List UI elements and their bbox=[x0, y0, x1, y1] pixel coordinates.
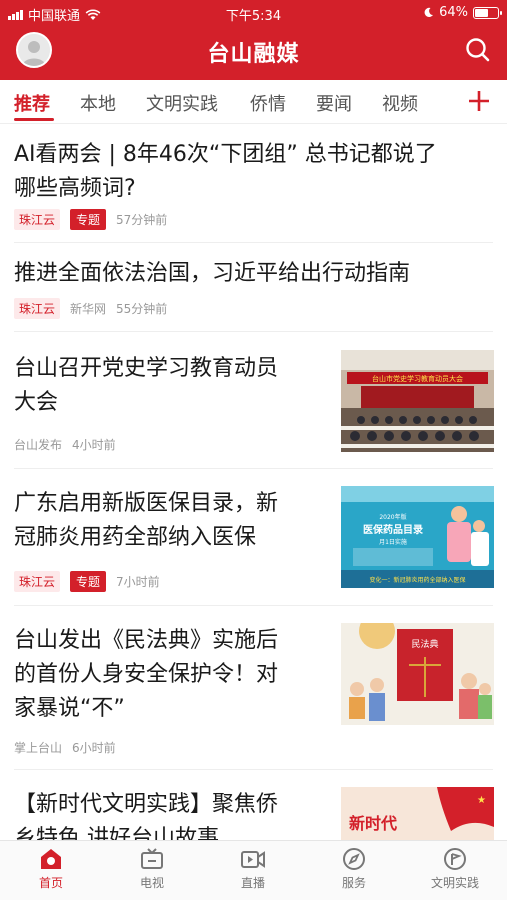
news-item[interactable]: 台山发出《民法典》实施后 的首份人身安全保护令！对 家暴说“不” 掌上台山 6小… bbox=[0, 606, 507, 770]
news-thumbnail: ★ 新时代 bbox=[341, 787, 494, 840]
news-item[interactable]: 推进全面依法治国，习近平给出行动指南 珠江云 新华网 55分钟前 bbox=[0, 243, 507, 332]
meeting-hall-image: 台山市党史学习教育动员大会 bbox=[341, 350, 494, 452]
nav-civilization-practice[interactable]: 文明实践 bbox=[415, 847, 495, 891]
tab-civilization-practice[interactable]: 文明实践 bbox=[146, 90, 218, 116]
battery-icon bbox=[473, 6, 502, 19]
moon-icon bbox=[424, 7, 434, 18]
tab-video[interactable]: 视频 bbox=[382, 90, 418, 116]
news-publisher: 掌上台山 bbox=[14, 741, 63, 755]
news-thumbnail: 2020年版 医保药品目录 月1日实施 变化一：新冠肺炎用药全部纳入医保 bbox=[341, 486, 494, 588]
news-time: 55分钟前 bbox=[116, 302, 168, 316]
bottom-navigation: 首页 电视 直播 服务 文明实践 bbox=[0, 840, 507, 900]
nav-label: 服务 bbox=[341, 876, 366, 890]
book-title: 民法典 bbox=[411, 638, 438, 650]
news-meta: 珠江云 专题 7小时前 bbox=[14, 571, 160, 592]
image-banner: 变化一：新冠肺炎用药全部纳入医保 bbox=[369, 576, 465, 584]
source-tag: 珠江云 bbox=[14, 298, 61, 319]
new-era-image: ★ 新时代 bbox=[341, 787, 494, 840]
battery-percent: 64% bbox=[439, 5, 468, 20]
tv-icon bbox=[141, 848, 163, 869]
topic-tag: 专题 bbox=[70, 209, 107, 230]
news-title: 台山发出《民法典》实施后 的首份人身安全保护令！对 家暴说“不” bbox=[14, 624, 278, 726]
image-sub: 月1日实施 bbox=[379, 538, 407, 546]
news-item[interactable]: 广东启用新版医保目录，新 冠肺炎用药全部纳入医保 珠江云 专题 7小时前 202… bbox=[0, 469, 507, 606]
status-bar: 中国联通 下午5:34 64% bbox=[0, 0, 507, 26]
news-title-line: AI看两会 | 8年46次“下团组” 总书记都说了 bbox=[14, 142, 437, 167]
nav-label: 直播 bbox=[240, 876, 265, 890]
nav-service[interactable]: 服务 bbox=[314, 847, 394, 891]
nav-tv[interactable]: 电视 bbox=[112, 847, 192, 891]
news-title: AI看两会 | 8年46次“下团组” 总书记都说了 哪些高频词? bbox=[14, 138, 437, 206]
news-title-line: 大会 bbox=[14, 390, 59, 415]
news-title-line: 家暴说“不” bbox=[14, 696, 125, 721]
news-title-line: 哪些高频词? bbox=[14, 176, 136, 201]
active-tab-indicator bbox=[14, 118, 54, 121]
svg-text:★: ★ bbox=[477, 795, 486, 806]
news-title-line: 台山发出《民法典》实施后 bbox=[14, 628, 279, 653]
source-tag: 珠江云 bbox=[14, 571, 61, 592]
source-tag: 珠江云 bbox=[14, 209, 61, 230]
news-publisher: 新华网 bbox=[70, 302, 107, 316]
news-meta: 台山发布 4小时前 bbox=[14, 436, 116, 453]
tab-headlines[interactable]: 要闻 bbox=[316, 90, 352, 116]
banner-text: 台山市党史学习教育动员大会 bbox=[372, 374, 463, 383]
news-title-line: 台山召开党史学习教育动员 bbox=[14, 356, 279, 381]
news-title: 广东启用新版医保目录，新 冠肺炎用药全部纳入医保 bbox=[14, 487, 278, 555]
topic-tag: 专题 bbox=[70, 571, 107, 592]
live-icon bbox=[241, 851, 265, 868]
news-title: 推进全面依法治国，习近平给出行动指南 bbox=[14, 257, 410, 291]
nav-label: 文明实践 bbox=[430, 876, 479, 890]
nav-label: 首页 bbox=[38, 876, 63, 890]
news-item[interactable]: AI看两会 | 8年46次“下团组” 总书记都说了 哪些高频词? 珠江云 专题 … bbox=[0, 124, 507, 243]
flag-icon bbox=[444, 848, 466, 870]
add-channel-icon[interactable] bbox=[466, 88, 492, 114]
nav-home[interactable]: 首页 bbox=[11, 847, 91, 891]
news-title: 台山召开党史学习教育动员 大会 bbox=[14, 352, 278, 420]
app-title: 台山融媒 bbox=[207, 42, 300, 67]
top-bar: 中国联通 下午5:34 64% 台山融媒 bbox=[0, 0, 507, 80]
image-slogan: 新时代 bbox=[349, 814, 397, 833]
compass-icon bbox=[343, 848, 365, 870]
image-heading: 医保药品目录 bbox=[363, 523, 423, 536]
news-time: 6小时前 bbox=[72, 741, 116, 755]
news-item[interactable]: 【新时代文明实践】聚焦侨 乡特色 讲好台山故事 ★ 新时代 bbox=[0, 770, 507, 840]
home-icon bbox=[41, 849, 61, 869]
search-icon[interactable] bbox=[463, 35, 493, 65]
news-time: 4小时前 bbox=[72, 438, 116, 452]
news-title-line: 广东启用新版医保目录，新 bbox=[14, 491, 279, 516]
tab-local[interactable]: 本地 bbox=[80, 90, 116, 116]
image-year: 2020年版 bbox=[379, 513, 406, 521]
app-header: 台山融媒 bbox=[0, 26, 507, 80]
news-title-line: 【新时代文明实践】聚焦侨 bbox=[14, 792, 279, 817]
civil-code-illustration: 民法典 bbox=[341, 623, 494, 725]
news-title: 【新时代文明实践】聚焦侨 乡特色 讲好台山故事 bbox=[14, 788, 278, 840]
nav-label: 电视 bbox=[139, 876, 164, 890]
channel-tabs: 推荐 本地 文明实践 侨情 要闻 视频 bbox=[0, 80, 507, 124]
nav-live[interactable]: 直播 bbox=[213, 847, 293, 891]
news-title-line: 冠肺炎用药全部纳入医保 bbox=[14, 525, 257, 550]
news-title-line: 乡特色 讲好台山故事 bbox=[14, 826, 219, 840]
tabs-fade bbox=[446, 80, 466, 123]
news-time: 7小时前 bbox=[116, 575, 160, 589]
news-title-line: 的首份人身安全保护令！对 bbox=[14, 662, 279, 687]
news-meta: 珠江云 专题 57分钟前 bbox=[14, 209, 167, 230]
tab-recommend[interactable]: 推荐 bbox=[14, 90, 50, 116]
tab-overseas-chinese[interactable]: 侨情 bbox=[250, 90, 286, 116]
news-title-line: 推进全面依法治国，习近平给出行动指南 bbox=[14, 261, 411, 286]
news-feed: AI看两会 | 8年46次“下团组” 总书记都说了 哪些高频词? 珠江云 专题 … bbox=[0, 124, 507, 840]
news-publisher: 台山发布 bbox=[14, 438, 63, 452]
news-time: 57分钟前 bbox=[116, 213, 168, 227]
news-thumbnail: 民法典 bbox=[341, 623, 494, 725]
news-meta: 掌上台山 6小时前 bbox=[14, 739, 116, 756]
news-item[interactable]: 台山召开党史学习教育动员 大会 台山发布 4小时前 台山市党史学习教育动员大会 bbox=[0, 332, 507, 469]
news-meta: 珠江云 新华网 55分钟前 bbox=[14, 298, 167, 319]
news-thumbnail: 台山市党史学习教育动员大会 bbox=[341, 350, 494, 452]
insurance-drug-list-image: 2020年版 医保药品目录 月1日实施 变化一：新冠肺炎用药全部纳入医保 bbox=[341, 486, 494, 588]
